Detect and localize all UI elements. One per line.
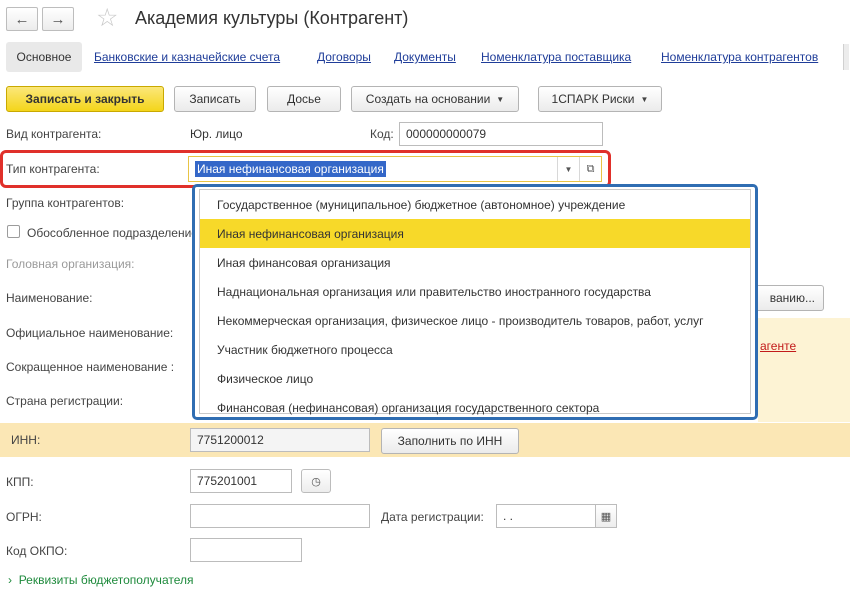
dropdown-icon[interactable]: ▼	[557, 157, 579, 181]
tab-main[interactable]: Основное	[6, 42, 82, 72]
list-item-selected[interactable]: Иная нефинансовая организация	[200, 219, 750, 248]
open-icon[interactable]: ⧉	[579, 157, 601, 181]
inn-label: ИНН:	[11, 433, 41, 447]
reg-date-field[interactable]: . .	[496, 504, 596, 528]
calendar-icon: ▦	[600, 510, 612, 523]
type-dropdown-list: Государственное (муниципальное) бюджетно…	[192, 184, 758, 420]
budget-details-expander[interactable]: › Реквизиты бюджетополучателя	[8, 573, 193, 587]
separate-unit-checkbox[interactable]	[7, 225, 20, 238]
save-and-close-button[interactable]: Записать и закрыть	[6, 86, 164, 112]
spark-risks-label: 1СПАРК Риски	[551, 92, 635, 106]
create-based-on-button[interactable]: Создать на основании ▼	[351, 86, 519, 112]
official-name-label: Официальное наименование:	[6, 326, 174, 340]
type-combobox[interactable]: Иная нефинансовая организация ▼ ⧉	[188, 156, 602, 182]
arrow-left-icon: ←	[14, 10, 30, 28]
tab-supplier-nomenclature[interactable]: Номенклатура поставщика	[481, 50, 631, 64]
code-field[interactable]: 000000000079	[399, 122, 603, 146]
chevron-right-icon: ›	[8, 573, 16, 587]
list-item[interactable]: Государственное (муниципальное) бюджетно…	[200, 190, 750, 219]
dossier-button[interactable]: Досье	[267, 86, 341, 112]
warning-link[interactable]: агенте	[760, 339, 796, 353]
list-item[interactable]: Иная финансовая организация	[200, 248, 750, 277]
code-label: Код:	[370, 127, 394, 141]
history-icon: ◷	[311, 475, 321, 488]
tab-documents[interactable]: Документы	[394, 50, 456, 64]
tab-bank-accounts[interactable]: Банковские и казначейские счета	[94, 50, 280, 64]
back-button[interactable]: ←	[6, 7, 38, 31]
list-item[interactable]: Наднациональная организация или правител…	[200, 277, 750, 306]
tab-contracts[interactable]: Договоры	[317, 50, 371, 64]
separate-unit-label: Обособленное подразделение	[27, 226, 198, 240]
kind-label: Вид контрагента:	[6, 127, 102, 141]
group-label: Группа контрагентов:	[6, 196, 125, 210]
head-org-label: Головная организация:	[6, 257, 135, 271]
inn-field[interactable]: 7751200012	[190, 428, 370, 452]
ogrn-label: ОГРН:	[6, 510, 42, 524]
forward-button[interactable]: →	[42, 7, 74, 31]
dropdown-list-inner: Государственное (муниципальное) бюджетно…	[199, 189, 751, 415]
kind-value: Юр. лицо	[190, 127, 243, 141]
chevron-down-icon: ▼	[640, 94, 649, 104]
list-item[interactable]: Физическое лицо	[200, 364, 750, 393]
save-button[interactable]: Записать	[174, 86, 256, 112]
spark-risks-button[interactable]: 1СПАРК Риски ▼	[538, 86, 662, 112]
okpo-field[interactable]	[190, 538, 302, 562]
list-item[interactable]: Участник бюджетного процесса	[200, 335, 750, 364]
calendar-button[interactable]: ▦	[595, 504, 617, 528]
list-item[interactable]: Некоммерческая организация, физическое л…	[200, 306, 750, 335]
history-button[interactable]: ◷	[301, 469, 331, 493]
list-item[interactable]: Финансовая (нефинансовая) организация го…	[200, 393, 750, 422]
arrow-right-icon: →	[50, 10, 66, 28]
fill-by-inn-button[interactable]: Заполнить по ИНН	[381, 428, 519, 454]
budget-details-label: Реквизиты бюджетополучателя	[18, 573, 194, 587]
country-label: Страна регистрации:	[6, 394, 124, 408]
reg-date-label: Дата регистрации:	[381, 510, 484, 524]
page-title: Академия культуры (Контрагент)	[135, 8, 409, 28]
kpp-field[interactable]: 775201001	[190, 469, 292, 493]
star-icon[interactable]: ☆	[96, 5, 118, 31]
warning-area	[758, 318, 850, 422]
ogrn-field[interactable]	[190, 504, 370, 528]
tabs-scroll[interactable]	[843, 44, 849, 70]
short-name-label: Сокращенное наименование :	[6, 360, 175, 374]
tab-counterparty-nomenclature[interactable]: Номенклатура контрагентов	[661, 50, 818, 64]
kpp-label: КПП:	[6, 475, 34, 489]
create-based-on-label: Создать на основании	[365, 92, 491, 106]
type-value: Иная нефинансовая организация	[195, 161, 386, 177]
name-label: Наименование:	[6, 291, 93, 305]
type-label: Тип контрагента:	[6, 162, 100, 176]
chevron-down-icon: ▼	[496, 94, 505, 104]
okpo-label: Код ОКПО:	[6, 544, 68, 558]
